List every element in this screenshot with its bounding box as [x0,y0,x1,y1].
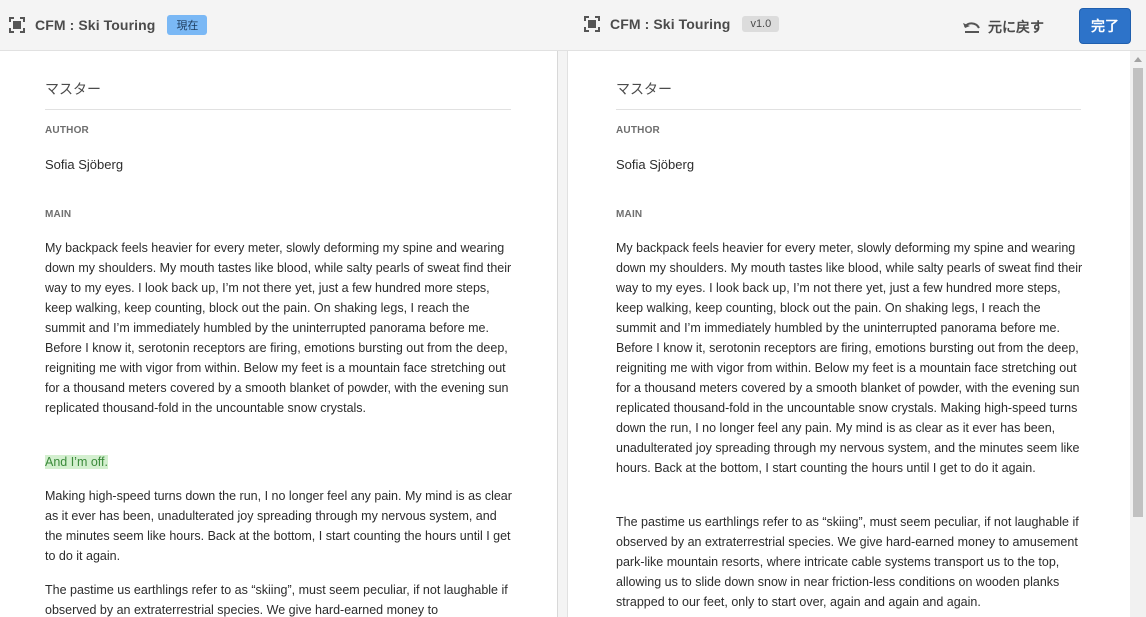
pane-divider [558,51,567,617]
added-text-highlight: And I’m off. [45,455,108,469]
main-label: MAIN [616,209,643,220]
version-badge: v1.0 [742,16,780,32]
compared-version-title: CFM : Ski Touring v1.0 [583,15,780,33]
scroll-up-arrow-icon[interactable] [1134,57,1142,62]
scroll-thumb[interactable] [1133,68,1143,517]
main-paragraph-1: My backpack feels heavier for every mete… [45,241,512,415]
current-version-title: CFM : Ski Touring 現在 [8,15,208,35]
author-label: AUTHOR [45,125,89,136]
main-paragraph-2-added: And I’m off. [45,452,108,472]
current-title-text: CFM : Ski Touring [35,17,156,33]
main-label: MAIN [45,209,72,220]
current-version-pane: マスター AUTHOR Sofia Sjöberg MAIN My backpa… [0,51,558,617]
author-label: AUTHOR [616,125,660,136]
main-paragraph-4: The pastime us earthlings refer to as “s… [45,583,508,617]
fragment-icon [584,16,600,32]
current-badge: 現在 [167,15,208,35]
compared-version-pane: マスター AUTHOR Sofia Sjöberg MAIN My backpa… [567,51,1130,617]
section-title: マスター [616,79,1081,110]
undo-icon [963,22,980,33]
compared-title-text: CFM : Ski Touring [610,16,731,32]
main-paragraph-2: The pastime us earthlings refer to as “s… [616,515,1079,609]
compared-section: マスター [616,79,1081,110]
main-paragraph-3: Making high-speed turns down the run, I … [45,489,512,563]
fragment-icon [9,17,25,33]
revert-button[interactable]: 元に戻す [962,17,1044,37]
author-value: Sofia Sjöberg [616,157,695,172]
vertical-scrollbar[interactable] [1130,51,1146,617]
done-button[interactable]: 完了 [1079,8,1131,44]
author-value: Sofia Sjöberg [45,157,124,172]
main-paragraph-1: My backpack feels heavier for every mete… [616,241,1083,475]
compare-toolbar: CFM : Ski Touring 現在 CFM : Ski Touring v… [0,0,1146,51]
current-section: マスター [45,79,511,110]
section-title: マスター [45,79,511,110]
revert-label: 元に戻す [988,19,1044,35]
